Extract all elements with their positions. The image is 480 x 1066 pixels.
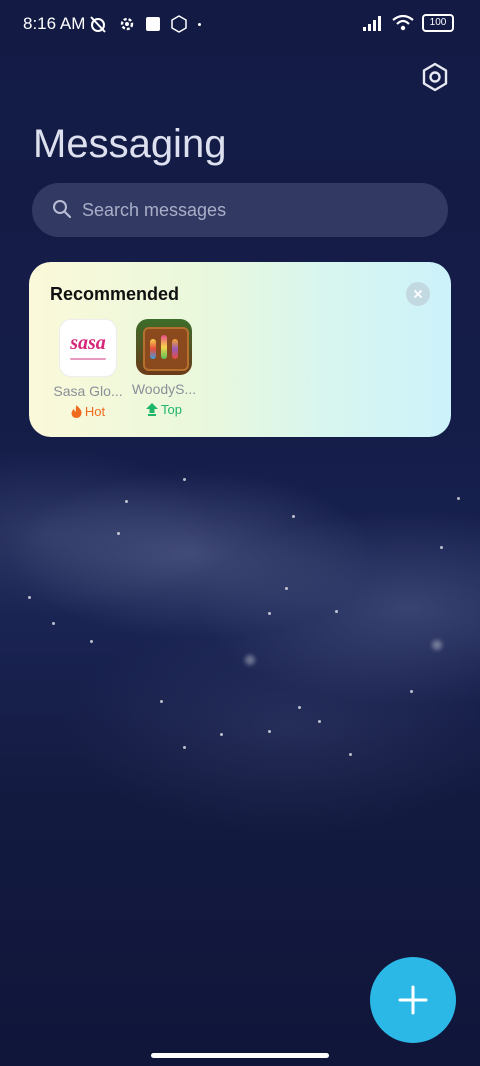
star bbox=[440, 546, 443, 549]
star bbox=[268, 730, 271, 733]
flame-icon bbox=[71, 405, 82, 418]
close-icon bbox=[413, 289, 423, 299]
star bbox=[117, 532, 120, 535]
star bbox=[183, 478, 186, 481]
search-placeholder: Search messages bbox=[82, 200, 227, 220]
star bbox=[220, 733, 223, 736]
star bbox=[125, 500, 128, 503]
close-recommended-button[interactable] bbox=[406, 282, 430, 306]
star bbox=[410, 690, 413, 693]
app-tag-hot: Hot bbox=[48, 404, 128, 419]
status-time: 8:16 AM bbox=[23, 14, 86, 33]
home-indicator[interactable] bbox=[151, 1053, 329, 1058]
new-message-button[interactable] bbox=[370, 957, 456, 1043]
search-icon bbox=[53, 200, 72, 219]
status-bar: 8:16 AM 100 bbox=[0, 0, 480, 48]
plus-icon bbox=[398, 985, 428, 1015]
app-name: WoodyS... bbox=[131, 381, 197, 397]
star bbox=[268, 612, 271, 615]
arrow-up-icon bbox=[146, 403, 159, 416]
woody-peg bbox=[172, 339, 178, 359]
woody-app-icon bbox=[136, 319, 192, 375]
app-name: Sasa Glo... bbox=[53, 383, 123, 399]
star bbox=[183, 746, 186, 749]
woody-peg bbox=[161, 335, 167, 359]
star bbox=[318, 720, 321, 723]
star bbox=[335, 610, 338, 613]
sasa-logo-tagline bbox=[70, 358, 106, 360]
star bbox=[432, 640, 442, 650]
settings-gear-icon[interactable] bbox=[420, 62, 450, 92]
battery-indicator: 100 bbox=[422, 14, 454, 32]
recommended-app-woody[interactable]: WoodyS... Top bbox=[124, 319, 204, 417]
app-tag-label: Top bbox=[161, 402, 182, 417]
alarm-off-icon bbox=[90, 16, 106, 33]
star bbox=[245, 655, 255, 665]
recommended-app-sasa[interactable]: sasa Sasa Glo... Hot bbox=[48, 319, 128, 419]
app-tag-label: Hot bbox=[84, 404, 106, 419]
search-bar[interactable]: Search messages bbox=[32, 183, 448, 237]
notification-square-icon bbox=[146, 17, 160, 31]
sasa-logo-text: sasa bbox=[70, 332, 106, 354]
star bbox=[298, 706, 301, 709]
star bbox=[349, 753, 352, 756]
star bbox=[52, 622, 55, 625]
star bbox=[457, 497, 460, 500]
sasa-app-icon: sasa bbox=[59, 319, 117, 377]
star bbox=[292, 515, 295, 518]
status-icons-right: 100 bbox=[362, 14, 454, 32]
woody-peg bbox=[150, 339, 156, 359]
wifi-icon bbox=[392, 15, 414, 31]
dot-icon bbox=[198, 22, 201, 26]
page-title: Messaging bbox=[33, 122, 227, 166]
status-icons-left bbox=[88, 14, 201, 34]
signal-icon bbox=[363, 16, 381, 31]
star bbox=[90, 640, 93, 643]
recommended-heading: Recommended bbox=[50, 284, 180, 304]
star bbox=[285, 587, 288, 590]
star bbox=[160, 700, 163, 703]
mi-hexagon-icon bbox=[171, 15, 187, 33]
gear-icon bbox=[120, 17, 134, 31]
app-tag-top: Top bbox=[124, 402, 204, 417]
star bbox=[28, 596, 31, 599]
recommended-card: Recommended sasa Sasa Glo... Hot WoodyS.… bbox=[29, 262, 451, 437]
